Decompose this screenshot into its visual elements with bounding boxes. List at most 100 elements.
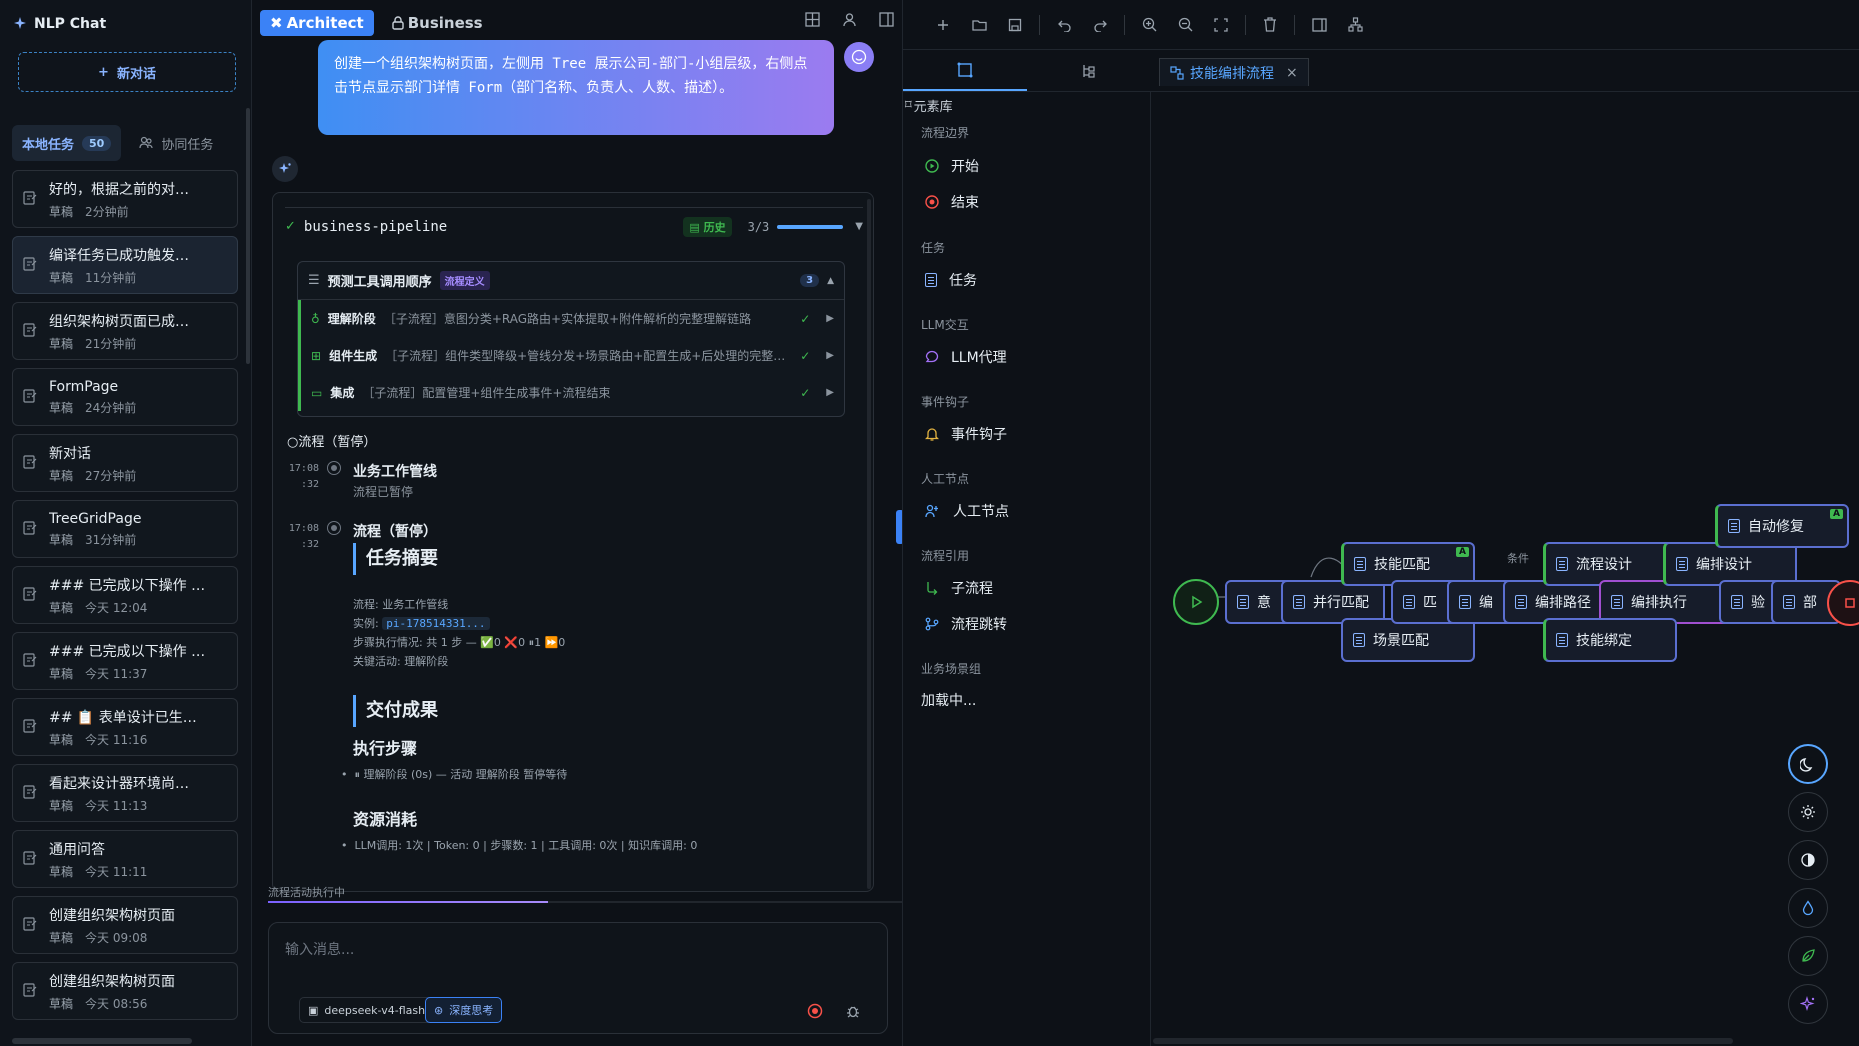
fit-view-icon[interactable]	[1203, 7, 1239, 43]
record-icon[interactable]	[807, 1003, 823, 1019]
flow-canvas[interactable]: 意 并行匹配 技能匹配 A 场景匹配 匹 编 编排路径 条件 流程设计 编排执行 …	[1151, 92, 1859, 1046]
sidebar-toggle-icon[interactable]	[1301, 7, 1337, 43]
step-name: 理解阶段	[327, 312, 376, 326]
delete-icon[interactable]	[1252, 7, 1288, 43]
tool-step-integration[interactable]: ▭ 集成 ［子流程］配置管理+组件生成事件+流程结束 ✓ ▶	[298, 374, 844, 411]
message-input-placeholder[interactable]: 输入消息...	[285, 939, 354, 959]
panel-toggle-icon[interactable]	[879, 12, 894, 27]
save-icon[interactable]	[997, 7, 1033, 43]
conversation-item[interactable]: 看起来设计器环境尚… 草稿 今天 11:13	[12, 764, 238, 822]
bug-icon[interactable]	[845, 1003, 861, 1019]
undo-icon[interactable]	[1046, 7, 1082, 43]
conversation-title: 创建组织架构树页面	[49, 907, 175, 924]
canvas-horizontal-scrollbar[interactable]	[1153, 1038, 1733, 1044]
model-select-button[interactable]: ▣ deepseek-v4-flash	[299, 997, 435, 1023]
conversation-status: 草稿	[49, 732, 74, 747]
light-theme-button[interactable]	[1788, 792, 1828, 832]
leaf-icon	[1802, 949, 1815, 962]
tab-elements[interactable]	[903, 50, 1027, 91]
tools-icon: ✖	[270, 14, 283, 32]
tool-step-component-gen[interactable]: ⊞ 组件生成 ［子流程］组件类型降级+管线分发+场景路由+配置生成+后处理的完整…	[298, 337, 844, 374]
user-icon[interactable]	[842, 12, 857, 27]
conversation-item[interactable]: 创建组织架构树页面 草稿 今天 09:08	[12, 896, 238, 954]
conversation-item[interactable]: 组织架构树页面已成… 草稿 21分钟前	[12, 302, 238, 360]
canvas-tabs: 技能编排流程 ×	[1151, 50, 1859, 92]
conversation-status: 草稿	[49, 400, 74, 415]
zoom-out-icon[interactable]	[1167, 7, 1203, 43]
mode-business[interactable]: Business	[382, 10, 493, 36]
people-icon	[925, 504, 938, 518]
chip-icon: ▣	[308, 1003, 319, 1017]
conversation-time: 今天 08:56	[85, 996, 148, 1011]
node-label: 技能匹配	[1374, 557, 1430, 573]
sidebar-scrollbar[interactable]	[246, 108, 250, 364]
deep-think-toggle[interactable]: ⊛ 深度思考	[425, 997, 503, 1023]
step-name: 集成	[330, 386, 355, 400]
conversation-item[interactable]: 创建组织架构树页面 草稿 今天 08:56	[12, 962, 238, 1020]
conversation-item[interactable]: 编译任务已成功触发… 草稿 11分钟前	[12, 236, 238, 294]
folder-open-icon[interactable]	[961, 7, 997, 43]
tool-order-header[interactable]: ☰ 预测工具调用顺序 流程定义 3 ▲	[298, 262, 844, 300]
sidebar-horizontal-scrollbar[interactable]	[12, 1038, 192, 1044]
card-scrollbar[interactable]	[867, 199, 871, 889]
new-chat-button[interactable]: + 新对话	[18, 52, 236, 92]
pipeline-card: ✓ business-pipeline ▤ 历史 3/3 ▼ ☰ 预测工具调用顺…	[272, 192, 874, 892]
expand-arrow-icon[interactable]: ▶	[826, 387, 834, 398]
edit-doc-icon	[23, 652, 37, 671]
palette-item-end[interactable]: 结束	[925, 192, 979, 212]
canvas-tab[interactable]: 技能编排流程 ×	[1159, 58, 1309, 86]
conversation-title: 通用问答	[49, 841, 105, 858]
tab-collab-tasks[interactable]: 协同任务	[129, 125, 223, 161]
palette-item-task[interactable]: 任务	[925, 270, 977, 290]
group-flow-ref: 流程引用	[921, 549, 970, 563]
palette-item-llm-agent[interactable]: LLM代理	[925, 347, 1007, 367]
list-icon: ☰	[308, 273, 320, 288]
zoom-in-icon[interactable]	[1131, 7, 1167, 43]
conversation-item[interactable]: TreeGridPage 草稿 31分钟前	[12, 500, 238, 558]
dark-theme-button[interactable]	[1788, 744, 1828, 784]
tab-tree[interactable]	[1027, 50, 1151, 91]
edit-doc-icon	[23, 454, 37, 473]
palette-item-start[interactable]: 开始	[925, 156, 979, 176]
conversation-item[interactable]: 新对话 草稿 27分钟前	[12, 434, 238, 492]
conversation-item[interactable]: ### 已完成以下操作 … 草稿 今天 11:37	[12, 632, 238, 690]
conversation-item[interactable]: 通用问答 草稿 今天 11:11	[12, 830, 238, 888]
exec-step-item: • ⏸ 理解阶段 (0s) — 活动 理解阶段 暂停等待	[341, 768, 568, 781]
redo-icon[interactable]	[1082, 7, 1118, 43]
start-node[interactable]	[1173, 579, 1219, 625]
nature-theme-button[interactable]	[1788, 936, 1828, 976]
expand-arrow-icon[interactable]: ▶	[826, 350, 834, 361]
ai-theme-button[interactable]	[1788, 984, 1828, 1024]
mode-architect[interactable]: ✖ Architect	[260, 10, 374, 36]
close-icon[interactable]: ×	[1286, 65, 1298, 81]
conversation-time: 今天 09:08	[85, 930, 148, 945]
tool-step-understanding[interactable]: ♁ 理解阶段 ［子流程］意图分类+RAG路由+实体提取+附件解析的完整理解链路 …	[298, 300, 844, 337]
collapse-up-icon[interactable]: ▲	[827, 276, 834, 286]
collapse-caret-icon[interactable]: ▼	[855, 221, 863, 232]
contrast-theme-button[interactable]	[1788, 840, 1828, 880]
tab-local-tasks[interactable]: 本地任务 50	[12, 125, 122, 161]
flow-node[interactable]: 技能绑定	[1543, 618, 1677, 662]
expand-arrow-icon[interactable]: ▶	[826, 313, 834, 324]
palette-item-subflow[interactable]: 子流程	[925, 578, 993, 598]
conversation-item[interactable]: ### 已完成以下操作 … 草稿 今天 12:04	[12, 566, 238, 624]
palette-item-human[interactable]: 人工节点	[925, 501, 1009, 521]
message-input-box[interactable]: 输入消息... ▣ deepseek-v4-flash ⊛ 深度思考	[268, 922, 888, 1034]
status-progress-fill	[268, 901, 548, 903]
history-badge[interactable]: ▤ 历史	[683, 216, 732, 237]
pipeline-header[interactable]: ✓ business-pipeline ▤ 历史 3/3 ▼	[285, 207, 863, 245]
palette-item-flow-jump[interactable]: 流程跳转	[925, 614, 1007, 634]
layout-grid-icon[interactable]	[805, 12, 820, 27]
flow-node[interactable]: 场景匹配	[1341, 618, 1475, 662]
hierarchy-icon[interactable]	[1337, 7, 1373, 43]
palette-item-event-hook[interactable]: 事件钩子	[925, 424, 1007, 444]
flow-node[interactable]: 自动修复 A	[1715, 504, 1849, 548]
ocean-theme-button[interactable]	[1788, 888, 1828, 928]
add-icon[interactable]	[925, 7, 961, 43]
conversation-item[interactable]: ## 📋 表单设计已生… 草稿 今天 11:16	[12, 698, 238, 756]
conversation-item[interactable]: 好的，根据之前的对… 草稿 2分钟前	[12, 170, 238, 228]
conversation-status: 草稿	[49, 666, 74, 681]
conversation-item[interactable]: FormPage 草稿 24分钟前	[12, 368, 238, 426]
contrast-icon	[1801, 853, 1815, 867]
instance-id[interactable]: pi-178514331...	[382, 617, 490, 630]
